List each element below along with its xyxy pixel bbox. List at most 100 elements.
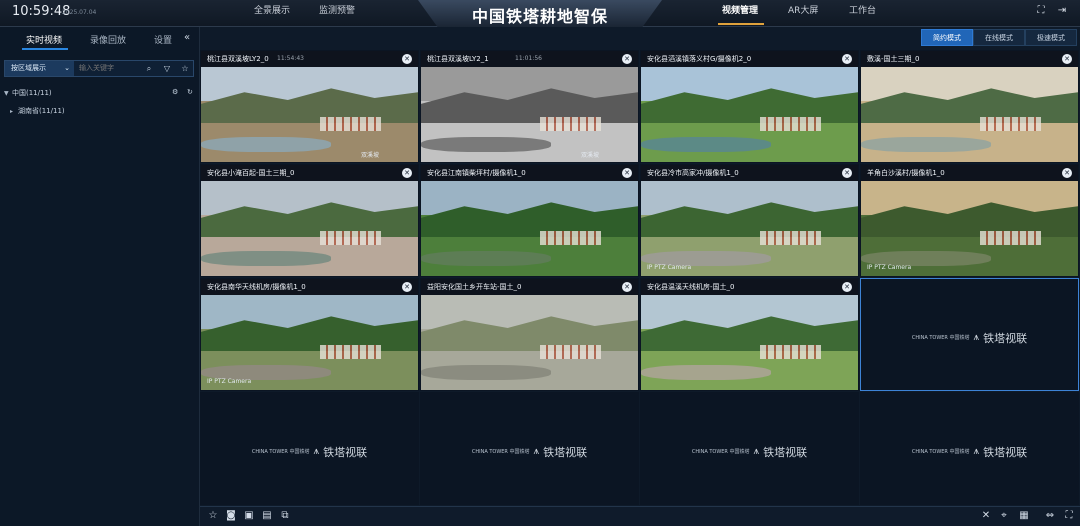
video-main-area: 简约模式 在线模式 极速模式 桃江县双溪坡LY2_0 ✕ 11:54:43 双溪坡 桃江…	[200, 27, 1080, 526]
tree-node-china[interactable]: ▼ 中国(11/11)	[4, 88, 52, 98]
tab-active-underline	[22, 48, 68, 50]
video-feed[interactable]	[641, 295, 858, 390]
video-cell[interactable]: 桃江县双溪坡LY2_1 ✕ 11:01:56 双溪坡	[420, 50, 639, 163]
video-cell[interactable]: 安化县温溪天线机房-国土_0 ✕	[640, 278, 859, 391]
snapshot-list-icon[interactable]: ▤	[261, 510, 273, 522]
top-bar: 10:59:48 2025.07.04 全景展示 监测预警 中国铁塔耕地智保 视…	[0, 0, 1080, 27]
tab-playback[interactable]: 录像回放	[90, 33, 126, 46]
video-feed[interactable]	[201, 67, 418, 162]
video-cell[interactable]: 安化县冷市高家冲/摄像机1_0 ✕ IP PTZ Camera	[640, 164, 859, 277]
nav-panorama[interactable]: 全景展示	[254, 3, 290, 16]
refresh-icon[interactable]: ↻	[187, 88, 193, 96]
video-title-bar: 桃江县双溪坡LY2_0 ✕	[201, 51, 418, 67]
multi-window-icon[interactable]: ⧉	[279, 510, 291, 522]
video-timestamp: 11:54:43	[277, 55, 304, 62]
caret-right-icon: ▸	[10, 108, 14, 115]
mode-simple[interactable]: 简约模式	[921, 29, 973, 46]
video-title: 安化县温溪天线机房-国土_0	[647, 283, 735, 291]
close-icon[interactable]: ✕	[402, 168, 412, 178]
video-cell[interactable]: 安化县江南镇柴坪村/摄像机1_0 ✕	[420, 164, 639, 277]
stretch-icon[interactable]: ⇔	[1044, 510, 1056, 522]
china-tower-watermark: CHINA TOWER 中国铁塔 ⩚ 铁塔视联	[201, 441, 418, 460]
close-icon[interactable]: ✕	[622, 54, 632, 64]
nav-video-management[interactable]: 视频管理	[722, 3, 758, 16]
video-feed[interactable]	[861, 67, 1078, 162]
video-cell[interactable]: 敷溪-国土三期_0 ✕	[860, 50, 1079, 163]
filter-icon[interactable]: ▽	[161, 61, 173, 76]
tree-settings-icon[interactable]: ⚙	[172, 88, 178, 96]
close-icon[interactable]: ✕	[402, 54, 412, 64]
mode-online[interactable]: 在线模式	[973, 29, 1025, 46]
watermark-brand-text: 铁塔视联	[543, 445, 588, 459]
video-cell[interactable]: 羊角白沙溪村/摄像机1_0 ✕ IP PTZ Camera	[860, 164, 1079, 277]
tab-live-video[interactable]: 实时视频	[26, 33, 62, 46]
mode-fast[interactable]: 极速模式	[1025, 29, 1077, 46]
tree-node-label: 湖南省(11/11)	[18, 107, 65, 115]
mute-icon[interactable]: ✕	[980, 510, 992, 522]
video-cell[interactable]: CHINA TOWER 中国铁塔 ⩚ 铁塔视联	[640, 392, 859, 505]
video-cell[interactable]: CHINA TOWER 中国铁塔 ⩚ 铁塔视联	[860, 392, 1079, 505]
camera-icon[interactable]: ◙	[225, 510, 237, 522]
feed-buildings	[320, 231, 382, 246]
close-icon[interactable]: ✕	[402, 282, 412, 292]
close-icon[interactable]: ✕	[1062, 168, 1072, 178]
video-feed[interactable]	[421, 295, 638, 390]
layout-icon[interactable]: ▦	[1018, 510, 1030, 522]
nav-workbench[interactable]: 工作台	[849, 3, 876, 16]
video-feed[interactable]	[861, 181, 1078, 276]
watermark-small-text: CHINA TOWER 中国铁塔	[911, 334, 970, 341]
video-cell[interactable]: 安化县南华天线机房/摄像机1_0 ✕ IP PTZ Camera	[200, 278, 419, 391]
tab-settings[interactable]: 设置	[154, 33, 172, 46]
video-cell[interactable]: CHINA TOWER 中国铁塔 ⩚ 铁塔视联	[860, 278, 1079, 391]
video-title: 益阳安化国土乡开车站-国土_0	[427, 283, 522, 291]
feed-buildings	[540, 117, 602, 132]
video-feed[interactable]	[641, 67, 858, 162]
china-tower-watermark: CHINA TOWER 中国铁塔 ⩚ 铁塔视联	[861, 327, 1078, 346]
video-title: 桃江县双溪坡LY2_0	[207, 55, 269, 63]
favorite-icon[interactable]: ☆	[179, 61, 191, 76]
video-cell[interactable]: CHINA TOWER 中国铁塔 ⩚ 铁塔视联	[200, 392, 419, 505]
close-icon[interactable]: ✕	[622, 168, 632, 178]
video-cell[interactable]: 桃江县双溪坡LY2_0 ✕ 11:54:43 双溪坡	[200, 50, 419, 163]
search-icon[interactable]: ⌕	[143, 61, 155, 76]
video-feed[interactable]	[201, 295, 418, 390]
video-title-bar: 安化县温溪天线机房-国土_0 ✕	[641, 279, 858, 295]
video-title: 桃江县双溪坡LY2_1	[427, 55, 489, 63]
video-title-bar: 安化县冷市高家冲/摄像机1_0 ✕	[641, 165, 858, 181]
video-title-bar: 安化县江南镇柴坪村/摄像机1_0 ✕	[421, 165, 638, 181]
feed-water	[641, 136, 772, 153]
watermark-small-text: CHINA TOWER 中国铁塔	[691, 448, 750, 455]
close-icon[interactable]: ✕	[1062, 54, 1072, 64]
record-icon[interactable]: ▣	[243, 510, 255, 522]
close-icon[interactable]: ✕	[622, 282, 632, 292]
nav-active-underline	[718, 23, 764, 25]
tree-node-hunan[interactable]: ▸ 湖南省(11/11)	[10, 106, 65, 116]
feed-water	[861, 136, 992, 153]
nav-ar-screen[interactable]: AR大屏	[788, 3, 818, 16]
nav-monitoring[interactable]: 监测预警	[319, 3, 355, 16]
watermark-brand-text: 铁塔视联	[323, 445, 368, 459]
star-icon[interactable]: ☆	[207, 510, 219, 522]
video-cell[interactable]: 安化县滔溪镇落义村G/摄像机2_0 ✕	[640, 50, 859, 163]
video-title-bar: 安化县小淹百起-国土三期_0 ✕	[201, 165, 418, 181]
close-icon[interactable]: ✕	[842, 54, 852, 64]
video-feed[interactable]	[421, 67, 638, 162]
fullscreen-icon[interactable]: ⛶	[1063, 510, 1075, 522]
feed-water	[421, 136, 552, 153]
close-icon[interactable]: ✕	[842, 168, 852, 178]
video-cell[interactable]: CHINA TOWER 中国铁塔 ⩚ 铁塔视联	[420, 392, 639, 505]
region-dropdown[interactable]: 按区域展示 ⌄	[5, 61, 74, 76]
logout-icon[interactable]: ⇥	[1056, 5, 1068, 17]
video-feed[interactable]	[641, 181, 858, 276]
fullscreen-icon[interactable]: ⛶	[1035, 5, 1047, 17]
video-cell[interactable]: 益阳安化国土乡开车站-国土_0 ✕	[420, 278, 639, 391]
video-title: 羊角白沙溪村/摄像机1_0	[867, 169, 945, 177]
video-cell[interactable]: 安化县小淹百起-国土三期_0 ✕	[200, 164, 419, 277]
keyword-search-input[interactable]	[79, 61, 139, 76]
focus-icon[interactable]: ⌖	[998, 510, 1010, 522]
video-feed[interactable]	[421, 181, 638, 276]
collapse-sidebar-icon[interactable]: «	[184, 32, 190, 43]
video-feed[interactable]	[201, 181, 418, 276]
feed-buildings	[980, 231, 1042, 246]
close-icon[interactable]: ✕	[842, 282, 852, 292]
